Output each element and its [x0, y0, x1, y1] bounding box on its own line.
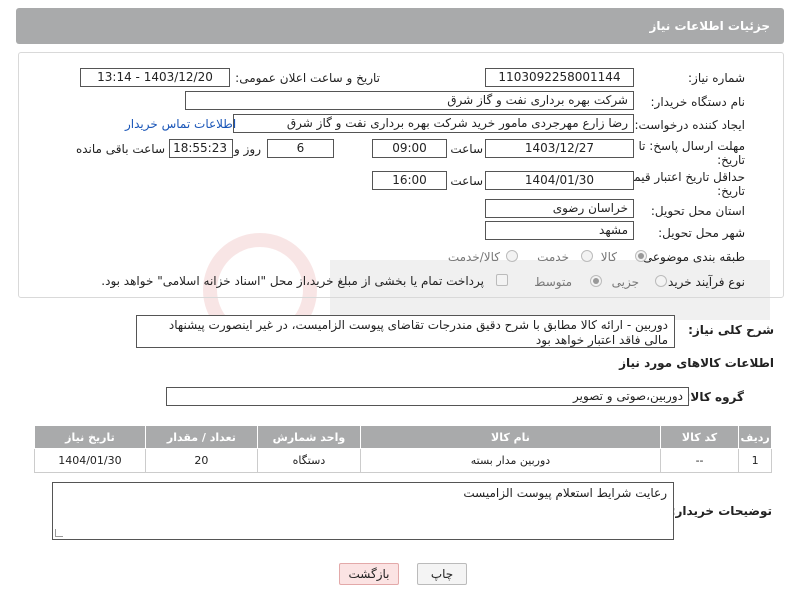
- goods-table: ردیف کد کالا نام کالا واحد شمارش تعداد /…: [34, 425, 772, 473]
- description-field: دوربین - ارائه کالا مطابق با شرح دقیق من…: [136, 315, 675, 348]
- remaining-time-field: 18:55:23: [169, 139, 233, 158]
- col-code-header: کد کالا: [659, 425, 740, 449]
- cell-name: دوربین مدار بسته: [360, 448, 661, 473]
- deadline-time-field: 09:00: [372, 139, 447, 158]
- cell-row: 1: [738, 448, 772, 473]
- category-option-goods-service: کالا/خدمت: [447, 250, 500, 264]
- need-number-label: شماره نیاز:: [688, 71, 745, 85]
- col-date-header: تاریخ نیاز: [34, 425, 146, 449]
- deadline-label: مهلت ارسال پاسخ: تا: [638, 139, 745, 153]
- announce-datetime-field: 1403/12/20 - 13:14: [80, 68, 230, 87]
- col-unit-header: واحد شمارش: [256, 425, 362, 449]
- process-option-minor: جزیی: [611, 275, 639, 289]
- days-label: روز و: [234, 142, 261, 156]
- goods-info-title: اطلاعات کالاهای مورد نیاز: [619, 356, 774, 370]
- validity-time-field: 16:00: [372, 171, 447, 190]
- col-name-header: نام کالا: [360, 425, 661, 449]
- cell-code: --: [659, 448, 740, 473]
- cell-unit: دستگاه: [256, 448, 362, 473]
- buyer-notes-label: توضیحات خریدار:: [670, 504, 772, 518]
- remaining-time-label: ساعت باقی مانده: [75, 142, 165, 156]
- deadline-label-date: تاریخ:: [717, 153, 745, 167]
- validity-date-field: 1404/01/30: [485, 171, 634, 190]
- province-label: استان محل تحویل:: [650, 204, 745, 218]
- process-radio-medium[interactable]: [590, 275, 602, 287]
- need-number-field: 1103092258001144: [485, 68, 634, 87]
- creator-label: ایجاد کننده درخواست:: [634, 118, 745, 132]
- treasury-payment-note: پرداخت تمام یا بخشی از مبلغ خرید،از محل …: [101, 274, 484, 288]
- buyer-notes-field: رعایت شرایط استعلام پیوست الزامیست: [52, 482, 674, 540]
- cell-date: 1404/01/30: [34, 448, 146, 473]
- cell-qty: 20: [144, 448, 258, 473]
- category-radio-goods-service[interactable]: [506, 250, 518, 262]
- validity-label-date: تاریخ:: [717, 184, 745, 198]
- process-radio-minor[interactable]: [655, 275, 667, 287]
- table-row: 1 -- دوربین مدار بسته دستگاه 20 1404/01/…: [34, 448, 772, 473]
- buyer-org-field: شرکت بهره برداری نفت و گاز شرق: [185, 91, 634, 110]
- deadline-date-field: 1403/12/27: [485, 139, 634, 158]
- creator-field: رضا زارع مهرجردی مامور خرید شرکت بهره بر…: [233, 114, 634, 133]
- deadline-time-label: ساعت: [450, 142, 483, 156]
- resize-handle-icon[interactable]: [55, 529, 63, 537]
- buyer-notes-text: رعایت شرایط استعلام پیوست الزامیست: [463, 486, 667, 500]
- description-text: دوربین - ارائه کالا مطابق با شرح دقیق من…: [168, 318, 668, 347]
- category-option-goods: کالا: [600, 250, 617, 264]
- province-field: خراسان رضوی: [485, 199, 634, 218]
- description-label: شرح کلی نیاز:: [688, 323, 774, 337]
- category-label: طبقه بندی موضوعی:: [638, 250, 745, 264]
- buyer-org-label: نام دستگاه خریدار:: [650, 95, 746, 109]
- city-field: مشهد: [485, 221, 634, 240]
- category-radio-service[interactable]: [581, 250, 593, 262]
- announce-label: تاریخ و ساعت اعلان عمومی:: [235, 71, 380, 85]
- col-qty-header: تعداد / مقدار: [144, 425, 258, 449]
- city-label: شهر محل تحویل:: [658, 226, 745, 240]
- print-button[interactable]: چاپ: [417, 563, 467, 585]
- days-remaining-field: 6: [267, 139, 334, 158]
- table-header-row: ردیف کد کالا نام کالا واحد شمارش تعداد /…: [34, 425, 772, 449]
- goods-group-label: گروه کالا:: [685, 390, 744, 404]
- process-option-medium: متوسط: [534, 275, 572, 289]
- category-option-service: خدمت: [537, 250, 569, 264]
- process-label: نوع فرآیند خرید :: [660, 275, 745, 289]
- buyer-contact-link[interactable]: اطلاعات تماس خریدار: [125, 117, 236, 131]
- page-title: جزئیات اطلاعات نیاز: [649, 19, 770, 33]
- treasury-payment-checkbox[interactable]: [496, 274, 508, 286]
- back-button[interactable]: بازگشت: [339, 563, 399, 585]
- validity-time-label: ساعت: [450, 174, 483, 188]
- category-radio-goods[interactable]: [635, 250, 647, 262]
- col-row-header: ردیف: [738, 425, 772, 449]
- page-header: جزئیات اطلاعات نیاز: [16, 8, 784, 44]
- goods-group-field: دوربین،صوتی و تصویر: [166, 387, 689, 406]
